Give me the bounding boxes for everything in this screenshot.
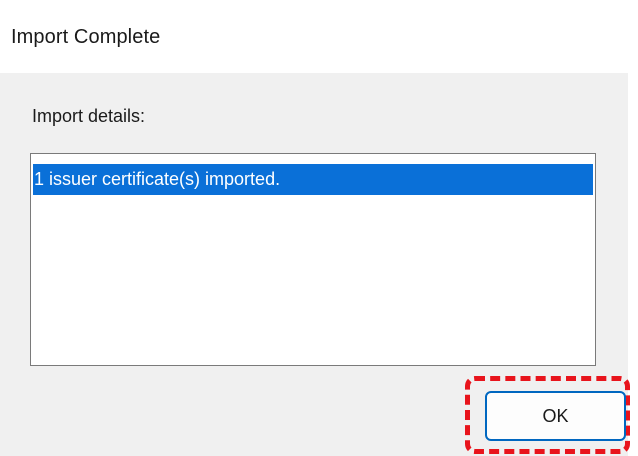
import-details-list[interactable]: 1 issuer certificate(s) imported.: [30, 153, 596, 366]
list-item[interactable]: 1 issuer certificate(s) imported.: [33, 164, 593, 195]
dialog-title: Import Complete: [11, 26, 161, 48]
import-complete-dialog: Import Complete Import details: 1 issuer…: [0, 0, 638, 456]
title-bar: Import Complete: [0, 0, 638, 73]
ok-button[interactable]: OK: [485, 391, 626, 441]
import-details-label: Import details:: [32, 106, 146, 126]
